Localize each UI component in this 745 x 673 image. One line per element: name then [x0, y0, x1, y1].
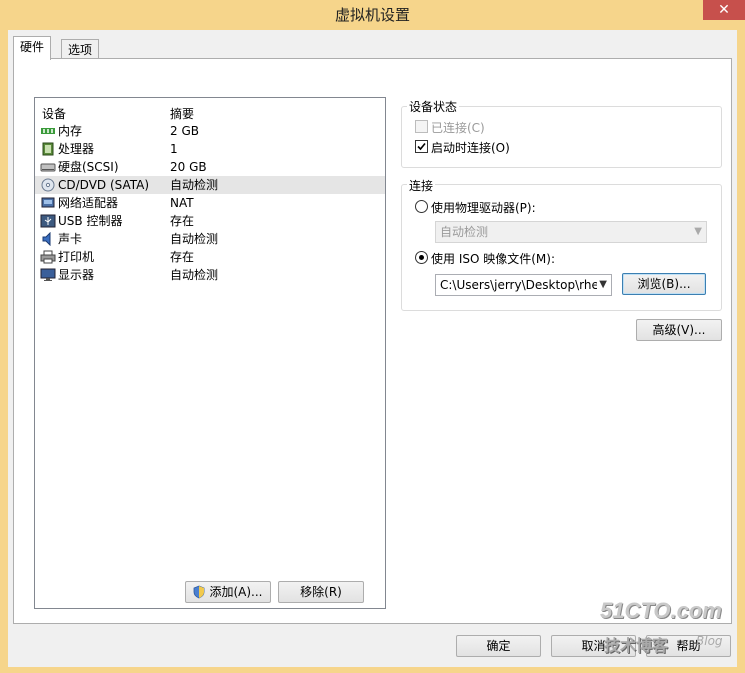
shield-icon	[193, 585, 205, 599]
device-status-label: 设备状态	[407, 98, 460, 115]
device-summary: 自动检测	[170, 268, 219, 282]
column-header-summary: 摘要	[170, 107, 195, 121]
device-name: 内存	[58, 124, 83, 138]
device-name: 声卡	[58, 232, 83, 246]
ok-button[interactable]: 确定	[456, 635, 541, 657]
device-summary: 2 GB	[170, 124, 199, 138]
close-icon: ✕	[718, 2, 730, 18]
device-row[interactable]: 打印机 存在	[35, 248, 385, 266]
iso-image-label: 使用 ISO 映像文件(M):	[431, 252, 555, 266]
add-device-label: 添加(A)...	[209, 585, 263, 599]
title-bar: 虚拟机设置 ✕	[0, 0, 745, 30]
device-name: 显示器	[58, 268, 95, 282]
physical-drive-label: 使用物理驱动器(P):	[431, 201, 536, 215]
device-name: USB 控制器	[58, 214, 123, 228]
device-summary: 自动检测	[170, 232, 219, 246]
device-status-group	[401, 106, 722, 168]
device-row[interactable]: 硬盘(SCSI) 20 GB	[35, 158, 385, 176]
display-icon	[40, 268, 56, 282]
advanced-button[interactable]: 高级(V)...	[636, 319, 722, 341]
usb-icon	[40, 214, 56, 228]
device-summary: 1	[170, 142, 178, 156]
device-row[interactable]: 处理器 1	[35, 140, 385, 158]
iso-path-combo[interactable]: C:\Users\jerry\Desktop\rhel- ▼	[435, 274, 612, 296]
chevron-down-icon: ▼	[597, 275, 607, 295]
device-name: 网络适配器	[58, 196, 119, 210]
connect-on-power-label: 启动时连接(O)	[431, 141, 510, 155]
watermark-subtitle: 技术博客	[604, 636, 669, 655]
iso-image-radio[interactable]	[415, 251, 428, 264]
window-title: 虚拟机设置	[334, 6, 410, 24]
device-row[interactable]: CD/DVD (SATA) 自动检测	[35, 176, 385, 194]
device-summary: NAT	[170, 196, 194, 210]
watermark-blog: Blog	[696, 634, 723, 648]
close-button[interactable]: ✕	[703, 0, 745, 20]
connect-on-power-checkbox[interactable]	[415, 140, 428, 153]
device-row[interactable]: USB 控制器 存在	[35, 212, 385, 230]
hard-disk-icon	[40, 160, 56, 174]
device-summary: 自动检测	[170, 178, 219, 192]
device-row[interactable]: 网络适配器 NAT	[35, 194, 385, 212]
cpu-icon	[40, 142, 56, 156]
printer-icon	[40, 250, 56, 264]
network-adapter-icon	[40, 196, 56, 210]
device-name: CD/DVD (SATA)	[58, 178, 150, 192]
watermark-logo: 51CTO.com	[600, 598, 722, 623]
device-row[interactable]: 内存 2 GB	[35, 122, 385, 140]
physical-drive-value: 自动检测	[440, 225, 489, 239]
physical-drive-select[interactable]: 自动检测 ▼	[435, 221, 707, 243]
sound-card-icon	[40, 231, 56, 247]
remove-device-button[interactable]: 移除(R)	[278, 581, 364, 603]
browse-button[interactable]: 浏览(B)...	[622, 273, 706, 295]
tab-hardware[interactable]: 硬件	[13, 36, 52, 60]
check-icon	[417, 142, 426, 151]
dialog-client-area: 硬件 选项 设备 摘要 内存 2 GB 处理器 1 硬盘(SCSI) 20 GB CD/DV…	[8, 30, 737, 667]
device-row[interactable]: 显示器 自动检测	[35, 266, 385, 284]
tab-options[interactable]: 选项	[61, 39, 100, 60]
cd-dvd-icon	[40, 178, 56, 192]
connected-label: 已连接(C)	[431, 121, 485, 135]
add-device-button[interactable]: 添加(A)...	[185, 581, 271, 603]
device-list[interactable]: 设备 摘要 内存 2 GB 处理器 1 硬盘(SCSI) 20 GB CD/DVD (SAT…	[34, 97, 386, 609]
device-summary: 存在	[170, 214, 195, 228]
chevron-down-icon: ▼	[694, 226, 702, 237]
connection-label: 连接	[407, 177, 436, 194]
connected-checkbox[interactable]	[415, 120, 428, 133]
column-header-device: 设备	[42, 107, 67, 121]
device-name: 打印机	[58, 250, 95, 264]
hardware-tab-panel: 设备 摘要 内存 2 GB 处理器 1 硬盘(SCSI) 20 GB CD/DVD (SAT…	[13, 58, 732, 624]
device-summary: 存在	[170, 250, 195, 264]
physical-drive-radio[interactable]	[415, 200, 428, 213]
iso-path-value: C:\Users\jerry\Desktop\rhel-	[440, 278, 607, 292]
device-row[interactable]: 声卡 自动检测	[35, 230, 385, 248]
device-name: 硬盘(SCSI)	[58, 160, 119, 174]
device-summary: 20 GB	[170, 160, 207, 174]
memory-icon	[40, 124, 56, 138]
device-name: 处理器	[58, 142, 95, 156]
